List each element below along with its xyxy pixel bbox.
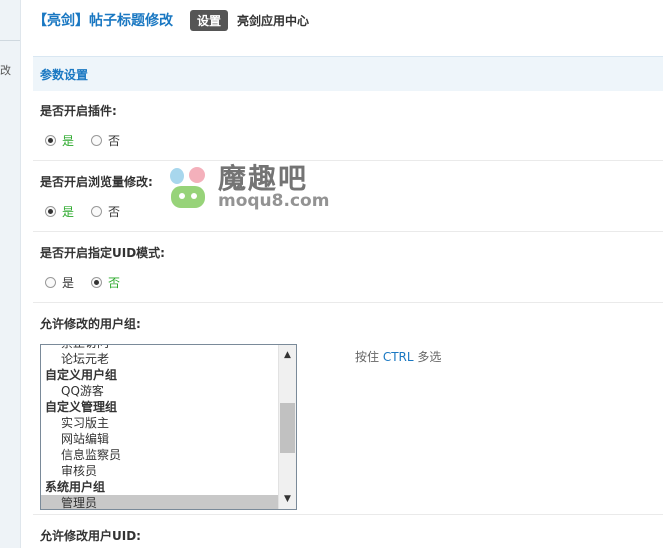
main-content: 【亮剑】帖子标题修改 设置 亮剑应用中心 参数设置 是否开启插件: 是 否 是否… <box>33 0 663 548</box>
tab-app-center[interactable]: 亮剑应用中心 <box>237 12 309 29</box>
sidebar-glyph[interactable]: 改 <box>0 62 11 78</box>
enable-plugin-no-label[interactable]: 否 <box>108 132 120 149</box>
multiselect-hint: 按住 CTRL 多选 <box>355 348 441 365</box>
list-option[interactable]: 论坛元老 <box>41 351 279 367</box>
enable-uid-radios: 是 否 <box>45 274 137 291</box>
hint-suffix: 多选 <box>413 350 442 364</box>
list-option[interactable]: 实习版主 <box>41 415 279 431</box>
allowed-groups-label: 允许修改的用户组: <box>40 317 141 331</box>
list-option[interactable]: 禁止访问 <box>41 345 279 351</box>
option-group-label: 自定义管理组 <box>45 400 118 414</box>
enable-uid-label: 是否开启指定UID模式: <box>40 246 165 260</box>
divider <box>33 160 663 161</box>
enable-views-radios: 是 否 <box>45 203 137 220</box>
option-group-label: 自定义用户组 <box>45 368 118 382</box>
listbox-scrollbar[interactable]: ▲ ▼ <box>278 345 296 509</box>
enable-uid-no-label[interactable]: 否 <box>108 274 120 291</box>
section-title: 参数设置 <box>40 67 89 82</box>
sidebar-divider <box>0 40 20 41</box>
watermark-text: 魔趣吧 moqu8.com <box>218 165 329 210</box>
tab-settings[interactable]: 设置 <box>190 9 229 31</box>
enable-plugin-yes-radio[interactable] <box>45 135 56 146</box>
page-header: 【亮剑】帖子标题修改 设置 亮剑应用中心 <box>33 8 309 32</box>
enable-plugin-yes-label[interactable]: 是 <box>62 132 74 149</box>
list-option[interactable]: 网站编辑 <box>41 431 279 447</box>
enable-views-no-label[interactable]: 否 <box>108 203 120 220</box>
list-option[interactable]: 信息监察员 <box>41 447 279 463</box>
moqu-logo-icon <box>168 166 210 210</box>
enable-plugin-label: 是否开启插件: <box>40 104 117 118</box>
enable-uid-yes-label[interactable]: 是 <box>62 274 74 291</box>
enable-views-yes-label[interactable]: 是 <box>62 203 74 220</box>
plugin-title: 【亮剑】帖子标题修改 <box>33 13 173 29</box>
watermark-name: 魔趣吧 <box>218 162 309 195</box>
divider <box>33 231 663 232</box>
user-group-multiselect[interactable]: 禁止访问论坛元老自定义用户组QQ游客自定义管理组实习版主网站编辑信息监察员审核员… <box>40 344 297 510</box>
section-header: 参数设置 <box>33 56 663 91</box>
list-option[interactable]: 管理员 <box>41 495 279 509</box>
watermark-domain: moqu8.com <box>218 191 330 211</box>
watermark: 魔趣吧 moqu8.com <box>168 165 329 210</box>
option-group-label: 系统用户组 <box>45 480 106 494</box>
allowed-uid-label: 允许修改用户UID: <box>40 529 141 543</box>
list-option[interactable]: QQ游客 <box>41 383 279 399</box>
left-sidebar-strip: 改 <box>0 0 21 548</box>
scroll-down-icon[interactable]: ▼ <box>279 491 296 507</box>
divider <box>33 302 663 303</box>
enable-uid-yes-radio[interactable] <box>45 277 56 288</box>
enable-uid-no-radio[interactable] <box>91 277 103 288</box>
enable-plugin-radios: 是 否 <box>45 132 137 149</box>
scroll-thumb[interactable] <box>280 403 295 453</box>
divider <box>33 514 663 515</box>
enable-views-yes-radio[interactable] <box>45 206 56 217</box>
list-option[interactable]: 审核员 <box>41 463 279 479</box>
enable-views-no-radio[interactable] <box>91 206 103 217</box>
user-group-options: 禁止访问论坛元老自定义用户组QQ游客自定义管理组实习版主网站编辑信息监察员审核员… <box>41 345 279 509</box>
hint-key: CTRL <box>382 350 414 364</box>
hint-prefix: 按住 <box>355 350 383 364</box>
enable-plugin-no-radio[interactable] <box>91 135 103 146</box>
scroll-up-icon[interactable]: ▲ <box>279 347 296 363</box>
enable-views-label: 是否开启浏览量修改: <box>40 175 153 189</box>
